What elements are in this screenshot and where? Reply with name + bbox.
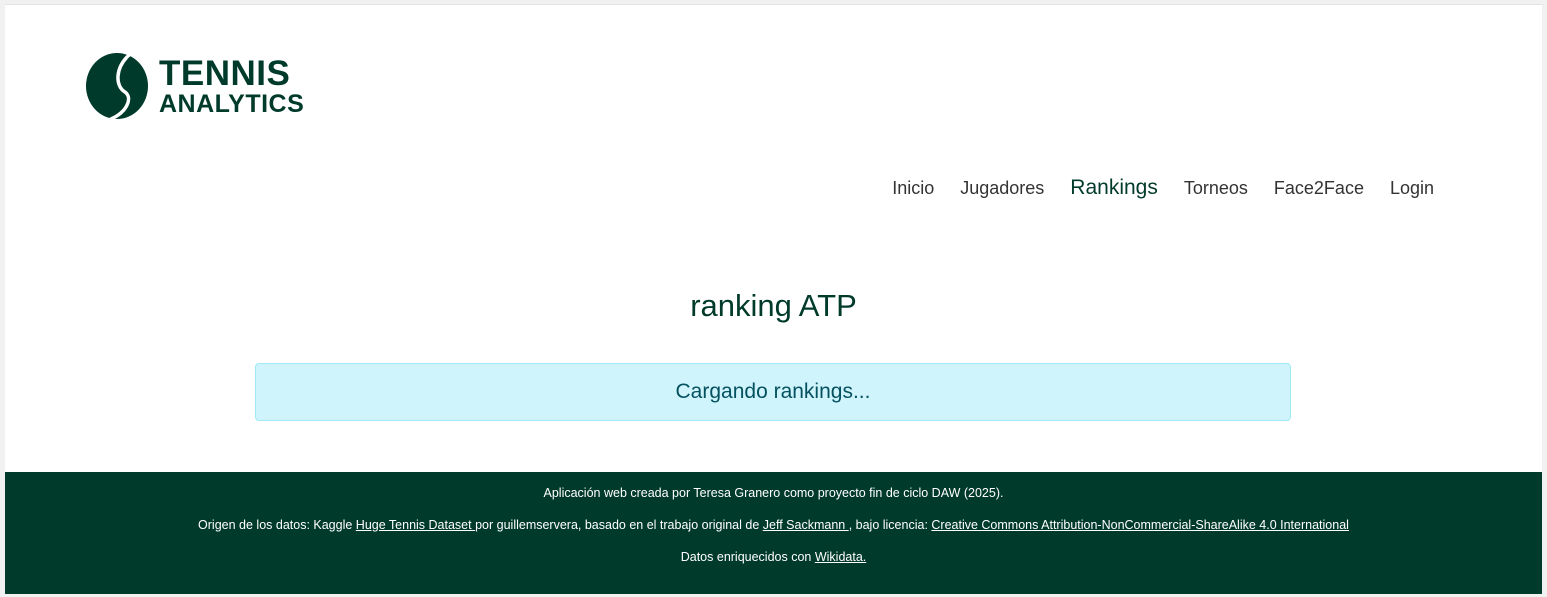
footer-source-middle: por guillemservera, basado en el trabajo… <box>475 518 763 532</box>
footer-wikidata: Datos enriquecidos con Wikidata. <box>5 550 1542 564</box>
link-huge-tennis-dataset[interactable]: Huge Tennis Dataset <box>356 518 475 532</box>
tennis-ball-icon <box>86 53 148 120</box>
footer: Aplicación web creada por Teresa Granero… <box>5 472 1542 594</box>
footer-data-source: Origen de los datos: Kaggle Huge Tennis … <box>5 518 1542 532</box>
page: TENNIS ANALYTICS Inicio Jugadores Rankin… <box>5 4 1542 594</box>
logo-line1: TENNIS <box>159 53 291 93</box>
nav-item-rankings[interactable]: Rankings <box>1070 176 1158 200</box>
nav-item-torneos[interactable]: Torneos <box>1184 178 1248 199</box>
nav-item-jugadores[interactable]: Jugadores <box>960 178 1044 199</box>
logo-line2: ANALYTICS <box>159 89 305 118</box>
loading-alert: Cargando rankings... <box>255 363 1291 421</box>
logo-text: TENNIS ANALYTICS <box>159 56 304 117</box>
nav-item-inicio[interactable]: Inicio <box>892 178 934 199</box>
logo-link[interactable]: TENNIS ANALYTICS <box>85 52 304 120</box>
footer-wikidata-prefix: Datos enriquecidos con <box>680 550 815 564</box>
nav-item-face2face[interactable]: Face2Face <box>1274 178 1364 199</box>
page-title: ranking ATP <box>690 288 857 323</box>
main-nav: Inicio Jugadores Rankings Torneos Face2F… <box>866 176 1434 200</box>
link-wikidata[interactable]: Wikidata. <box>815 550 866 564</box>
nav-item-login[interactable]: Login <box>1390 178 1434 199</box>
link-jeff-sackmann[interactable]: Jeff Sackmann <box>763 518 849 532</box>
footer-source-license: , bajo licencia: <box>848 518 932 532</box>
footer-credits: Aplicación web creada por Teresa Granero… <box>543 486 1004 500</box>
footer-source-prefix: Origen de los datos: Kaggle <box>198 518 356 532</box>
loading-text: Cargando rankings... <box>675 380 871 403</box>
link-creative-commons[interactable]: Creative Commons Attribution-NonCommerci… <box>931 518 1349 532</box>
